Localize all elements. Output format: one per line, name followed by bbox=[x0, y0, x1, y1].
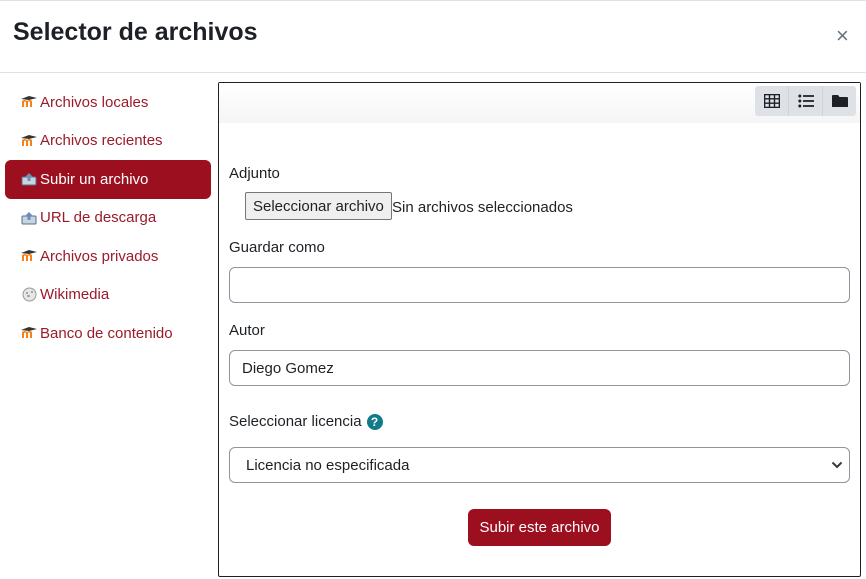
upload-file-button[interactable]: Subir este archivo bbox=[468, 509, 611, 546]
moodle-icon bbox=[20, 133, 38, 149]
wikimedia-icon bbox=[20, 287, 38, 303]
choose-file-button[interactable]: Seleccionar archivo bbox=[245, 192, 392, 220]
sidebar-item-upload-file[interactable]: Subir un archivo bbox=[5, 160, 211, 199]
sidebar-item-label: Wikimedia bbox=[40, 286, 110, 304]
upload-panel: Adjunto Seleccionar archivo Sin archivos… bbox=[218, 82, 861, 577]
sidebar-item-label: Archivos recientes bbox=[40, 132, 163, 150]
file-picker-dialog: Selector de archivos × Archivos locales … bbox=[0, 0, 866, 579]
save-as-input[interactable] bbox=[229, 267, 850, 303]
sidebar-item-local-files[interactable]: Archivos locales bbox=[0, 83, 215, 122]
chevron-down-icon bbox=[831, 461, 843, 469]
upload-icon bbox=[20, 171, 38, 187]
moodle-icon bbox=[20, 248, 38, 264]
sidebar-item-label: Archivos locales bbox=[40, 93, 149, 111]
close-icon[interactable]: × bbox=[836, 25, 849, 47]
view-switcher bbox=[755, 86, 856, 116]
moodle-icon bbox=[20, 325, 38, 341]
repository-sidebar: Archivos locales Archivos recientes Subi… bbox=[0, 83, 215, 353]
moodle-icon bbox=[20, 94, 38, 110]
sidebar-item-label: Subir un archivo bbox=[40, 170, 149, 188]
license-selected-value: Licencia no especificada bbox=[246, 456, 410, 474]
attachment-label: Adjunto bbox=[229, 165, 280, 182]
view-toolbar bbox=[219, 83, 860, 123]
sidebar-item-label: URL de descarga bbox=[40, 209, 157, 227]
author-label: Autor bbox=[229, 322, 265, 339]
folder-view-icon[interactable] bbox=[822, 86, 856, 116]
sidebar-item-recent-files[interactable]: Archivos recientes bbox=[0, 122, 215, 161]
license-label-row: Seleccionar licencia? bbox=[229, 413, 383, 431]
url-download-icon bbox=[20, 210, 38, 226]
save-as-label: Guardar como bbox=[229, 239, 325, 256]
license-select[interactable]: Licencia no especificada bbox=[229, 447, 850, 483]
sidebar-item-url-download[interactable]: URL de descarga bbox=[0, 199, 215, 238]
sidebar-item-wikimedia[interactable]: Wikimedia bbox=[0, 276, 215, 315]
author-input[interactable] bbox=[229, 350, 850, 386]
sidebar-item-label: Archivos privados bbox=[40, 247, 159, 265]
grid-view-icon[interactable] bbox=[755, 86, 788, 116]
dialog-header: Selector de archivos × bbox=[0, 1, 866, 73]
no-file-selected-text: Sin archivos seleccionados bbox=[392, 199, 573, 216]
sidebar-item-content-bank[interactable]: Banco de contenido bbox=[0, 314, 215, 353]
sidebar-item-private-files[interactable]: Archivos privados bbox=[0, 237, 215, 276]
dialog-title: Selector de archivos bbox=[13, 18, 258, 46]
help-icon[interactable]: ? bbox=[366, 414, 383, 431]
list-view-icon[interactable] bbox=[788, 86, 822, 116]
sidebar-item-label: Banco de contenido bbox=[40, 324, 173, 342]
license-label: Seleccionar licencia bbox=[229, 413, 362, 430]
